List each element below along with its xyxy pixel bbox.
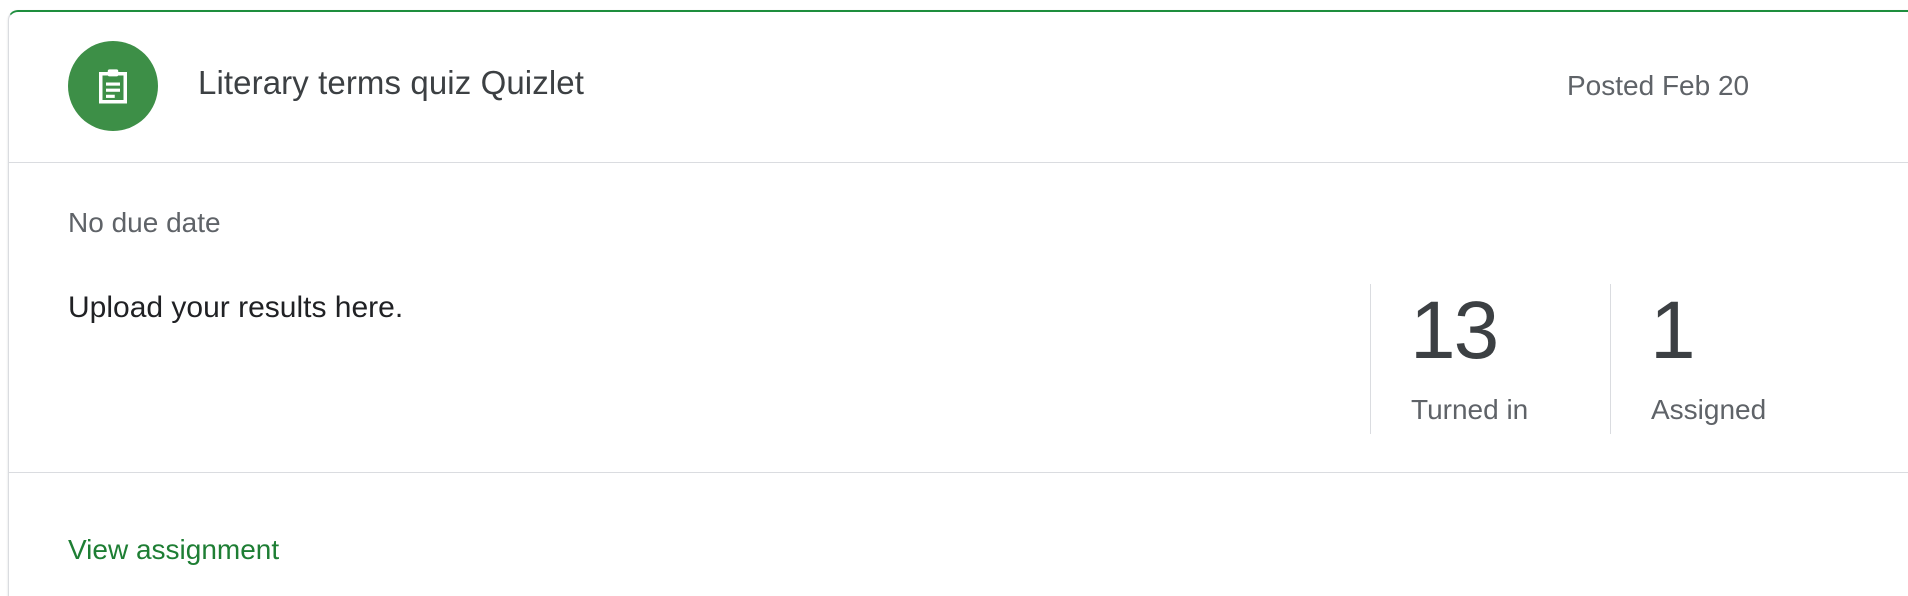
assigned-count: 1: [1650, 285, 1696, 376]
stat-assigned[interactable]: 1 Assigned: [1610, 284, 1851, 434]
assignment-title[interactable]: Literary terms quiz Quizlet: [198, 64, 584, 102]
turned-in-label: Turned in: [1411, 394, 1529, 425]
due-date: No due date: [68, 207, 221, 238]
page: Literary terms quiz Quizlet Posted Feb 2…: [0, 0, 1908, 596]
assignment-clipboard-icon: [99, 69, 127, 104]
turned-in-count: 13: [1410, 285, 1499, 376]
posted-date: Posted Feb 20: [1567, 70, 1750, 101]
footer-divider: [9, 472, 1908, 473]
assignment-description: Upload your results here.: [68, 291, 404, 324]
card-header[interactable]: Literary terms quiz Quizlet Posted Feb 2…: [9, 12, 1908, 163]
assigned-label: Assigned: [1651, 394, 1767, 425]
view-assignment-link[interactable]: View assignment: [68, 534, 279, 566]
stat-turned-in[interactable]: 13 Turned in: [1370, 284, 1611, 434]
assignment-card: Literary terms quiz Quizlet Posted Feb 2…: [8, 10, 1908, 596]
assignment-icon-circle: [68, 41, 158, 131]
